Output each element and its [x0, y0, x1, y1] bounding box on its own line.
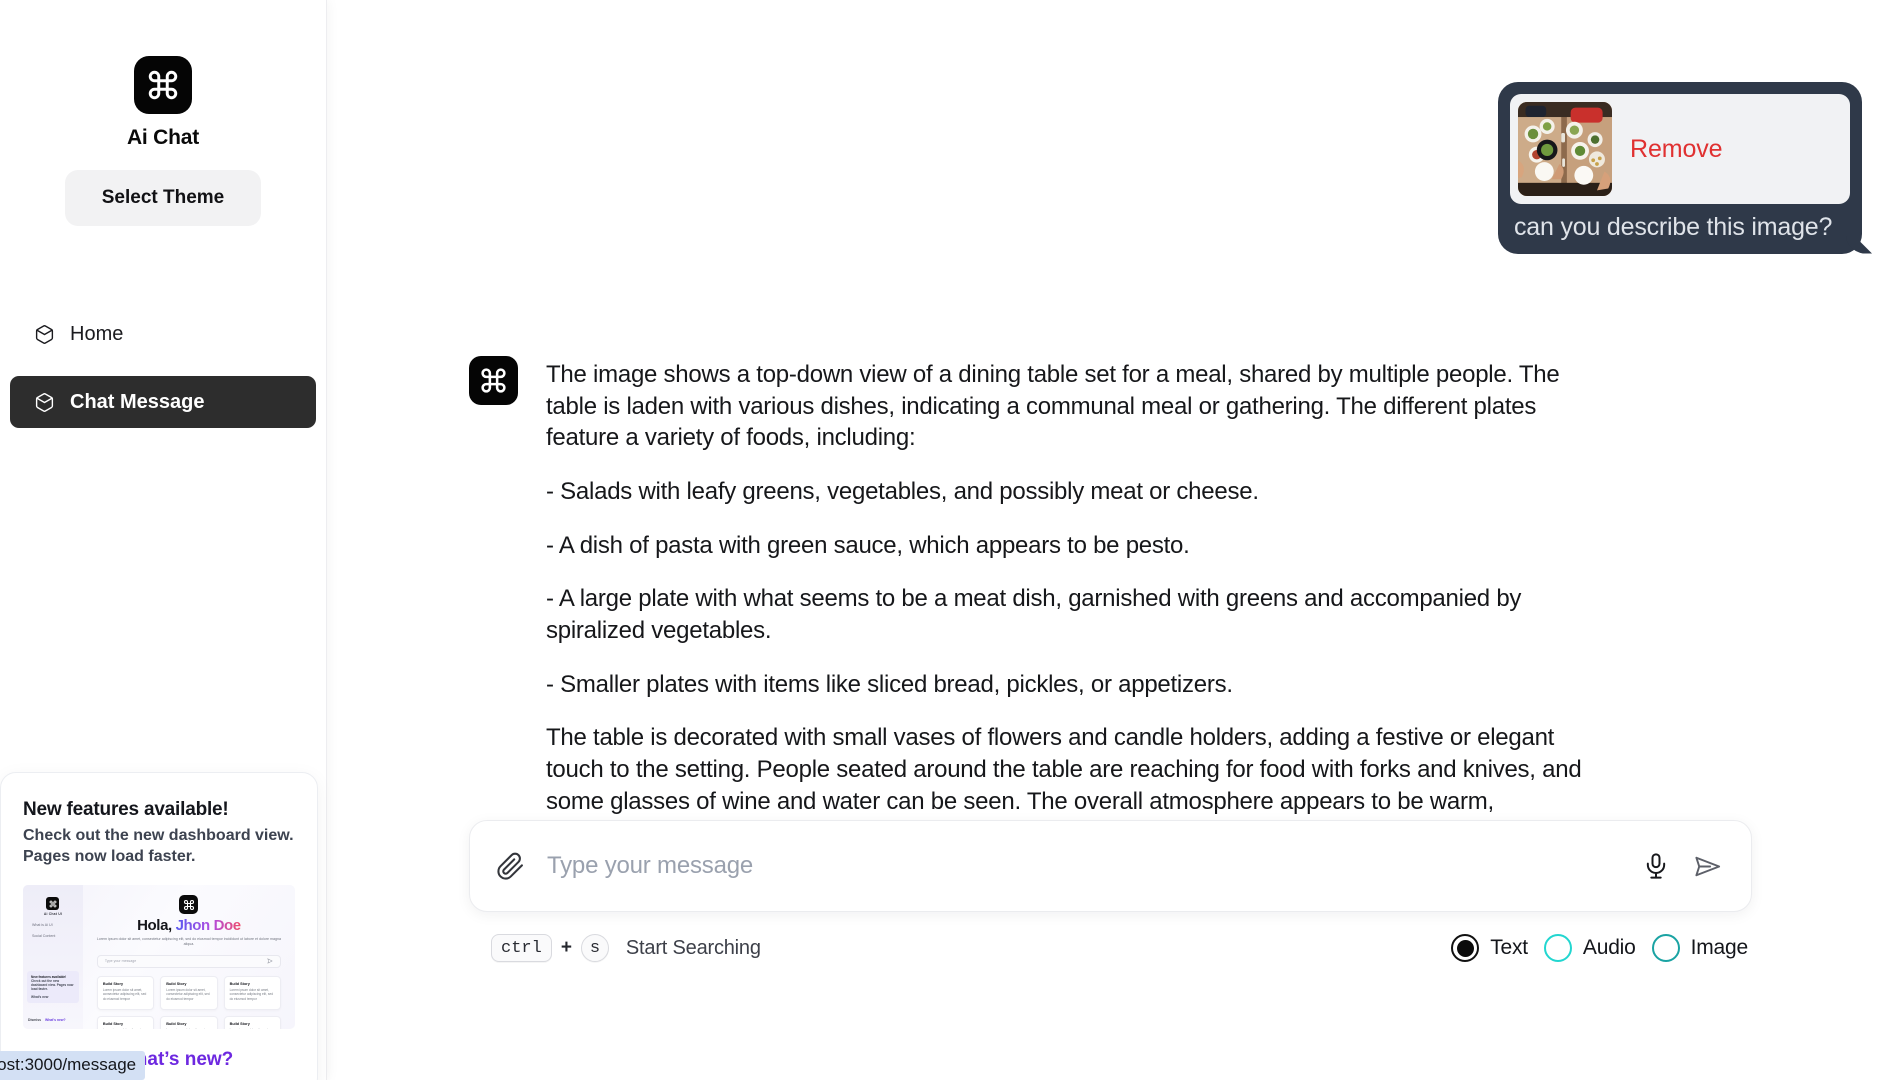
assistant-paragraph: - Smaller plates with items like sliced … [546, 670, 1233, 698]
main-content: Remove can you describe this image? The … [327, 0, 1900, 1080]
thumbnail-card-title: Build Story [166, 1021, 187, 1026]
microphone-icon[interactable] [1642, 852, 1670, 880]
thumbnail-promo-link: What’s new [31, 995, 49, 999]
thumbnail-subtitle: Lorem ipsum dolor sit amet, consectetur … [96, 937, 282, 947]
radio-audio[interactable] [1543, 934, 1572, 962]
thumbnail-card: Build Story Lorem ipsum dolor sit amet, … [96, 1015, 155, 1029]
thumbnail-link-2: Social Content [32, 934, 56, 938]
status-bar-url: calhost:3000/message [0, 1051, 146, 1080]
thumbnail-card: Build Story Lorem ipsum dolor sit amet, … [96, 975, 155, 1010]
mode-label-audio: Audio [1582, 936, 1636, 959]
thumbnail-whats-new: What’s new? [45, 1018, 66, 1022]
thumbnail-link-1: What is Ai UI [32, 923, 53, 927]
mode-label-text: Text [1490, 936, 1528, 959]
sidebar: Ai Chat Select Theme Home Chat Message N… [0, 0, 327, 1080]
message-input[interactable] [547, 852, 1620, 880]
radio-text[interactable] [1451, 934, 1480, 962]
brand: Ai Chat [0, 0, 326, 150]
assistant-message-body: The image shows a top-down view of a din… [546, 356, 1589, 849]
mode-option-audio[interactable]: Audio [1543, 934, 1636, 962]
sidebar-item-home[interactable]: Home [10, 308, 316, 360]
brand-name: Ai Chat [126, 126, 200, 149]
promo-description: Check out the new dashboard view. Pages … [23, 827, 294, 865]
command-icon [46, 897, 60, 910]
thumbnail-main: Hola, Jhon Doe Lorem ipsum dolor sit ame… [83, 885, 295, 1029]
thumbnail-footer: Dismiss What’s new? [28, 1018, 66, 1022]
mode-label-image: Image [1690, 936, 1749, 959]
promo-title: New features available! [23, 799, 229, 821]
thumbnail-sidebar: Ai Chat UI What is Ai UI Social Content … [23, 885, 83, 1029]
thumbnail-dismiss: Dismiss [28, 1018, 42, 1022]
send-icon [267, 958, 273, 965]
thumbnail-card: Build Story Lorem ipsum dolor sit amet, … [223, 975, 281, 1010]
sidebar-item-chat-message[interactable]: Chat Message [10, 376, 316, 428]
thumbnail-card-grid: Build Story Lorem ipsum dolor sit amet, … [96, 975, 281, 1029]
user-message-bubble: Remove can you describe this image? [1498, 82, 1862, 254]
radio-dot [1456, 939, 1474, 957]
mode-option-text[interactable]: Text [1451, 934, 1528, 962]
app-root: Ai Chat Select Theme Home Chat Message N… [0, 0, 1900, 1080]
composer-footer: ctrl + s Start Searching Text Audio Imag… [469, 934, 1752, 962]
thumbnail-card-body: Lorem ipsum dolor sit amet, consectetur … [229, 987, 274, 1002]
cube-icon [34, 324, 55, 345]
user-message-text: can you describe this image? [1514, 213, 1833, 241]
sidebar-item-chat-message-label: Chat Message [70, 391, 205, 413]
assistant-paragraph: - Salads with leafy greens, vegetables, … [546, 478, 1259, 506]
thumbnail-card-title: Build Story [102, 1021, 124, 1026]
thumbnail-card: Build Story Lorem ipsum dolor sit amet, … [160, 1015, 218, 1029]
thumbnail-promo-card: New features available! Check out the ne… [27, 971, 79, 1003]
command-icon [179, 895, 199, 914]
user-message-row: Remove can you describe this image? [1498, 82, 1862, 254]
keycap-s: s [580, 934, 609, 962]
message-composer [469, 820, 1752, 912]
thumbnail-card-title: Build Story [229, 1021, 250, 1026]
thumbnail-card-body: Lorem ipsum dolor sit amet, consectetur … [166, 1028, 211, 1029]
thumbnail-brand: Ai Chat UI [43, 912, 63, 916]
thumbnail-greeting-prefix: Hola, [137, 917, 172, 934]
assistant-paragraph: - A large plate with what seems to be a … [546, 585, 1522, 645]
command-icon [469, 356, 518, 405]
assistant-paragraph: - A dish of pasta with green sauce, whic… [546, 531, 1190, 559]
thumbnail-input: Type your message [96, 954, 281, 968]
assistant-paragraph: The image shows a top-down view of a din… [546, 361, 1560, 452]
mode-radio-group: Text Audio Image [1451, 934, 1748, 962]
thumbnail-greeting-name: Jhon Doe [175, 917, 242, 934]
thumbnail-card-title: Build Story [229, 981, 250, 986]
thumbnail-card-body: Lorem ipsum dolor sit amet, consectetur … [103, 1028, 148, 1029]
select-theme-button[interactable]: Select Theme [65, 170, 261, 226]
thumbnail-card: Build Story Lorem ipsum dolor sit amet, … [160, 975, 218, 1010]
paperclip-icon[interactable] [496, 852, 525, 881]
thumbnail-greeting: Hola, Jhon Doe [97, 918, 281, 933]
shortcut-label: Start Searching [625, 936, 761, 959]
promo-card: New features available! Check out the ne… [0, 772, 318, 1080]
thumbnail-card-title: Build Story [102, 981, 124, 986]
thumbnail-input-placeholder: Type your message [104, 959, 137, 964]
attachment-card: Remove [1510, 94, 1850, 204]
keycap-plus: + [560, 937, 572, 958]
cube-icon [34, 392, 55, 413]
send-icon[interactable] [1692, 851, 1723, 882]
attachment-image-thumbnail[interactable] [1518, 102, 1612, 196]
sidebar-item-home-label: Home [70, 323, 124, 345]
assistant-message-row: The image shows a top-down view of a din… [469, 356, 1589, 849]
composer-wrapper: ctrl + s Start Searching Text Audio [469, 820, 1752, 962]
thumbnail-card-body: Lorem ipsum dolor sit amet, consectetur … [166, 987, 210, 1002]
radio-image[interactable] [1651, 934, 1680, 962]
thumbnail-card-title: Build Story [166, 981, 187, 986]
promo-thumbnail-preview: Ai Chat UI What is Ai UI Social Content … [23, 885, 295, 1029]
thumbnail-promo-desc: Check out the new dashboard view. Pages … [31, 979, 74, 991]
remove-attachment-button[interactable]: Remove [1630, 135, 1723, 164]
thumbnail-card-body: Lorem ipsum dolor sit amet, consectetur … [102, 987, 147, 1002]
mode-option-image[interactable]: Image [1651, 934, 1749, 962]
thumbnail-card-body: Lorem ipsum dolor sit amet, consectetur … [230, 1028, 275, 1029]
command-icon [134, 56, 192, 114]
sidebar-nav: Home Chat Message [0, 308, 326, 428]
thumbnail-card: Build Story Lorem ipsum dolor sit amet, … [223, 1015, 281, 1029]
search-shortcut-hint: ctrl + s Start Searching [491, 934, 761, 962]
keycap-ctrl: ctrl [491, 934, 552, 962]
